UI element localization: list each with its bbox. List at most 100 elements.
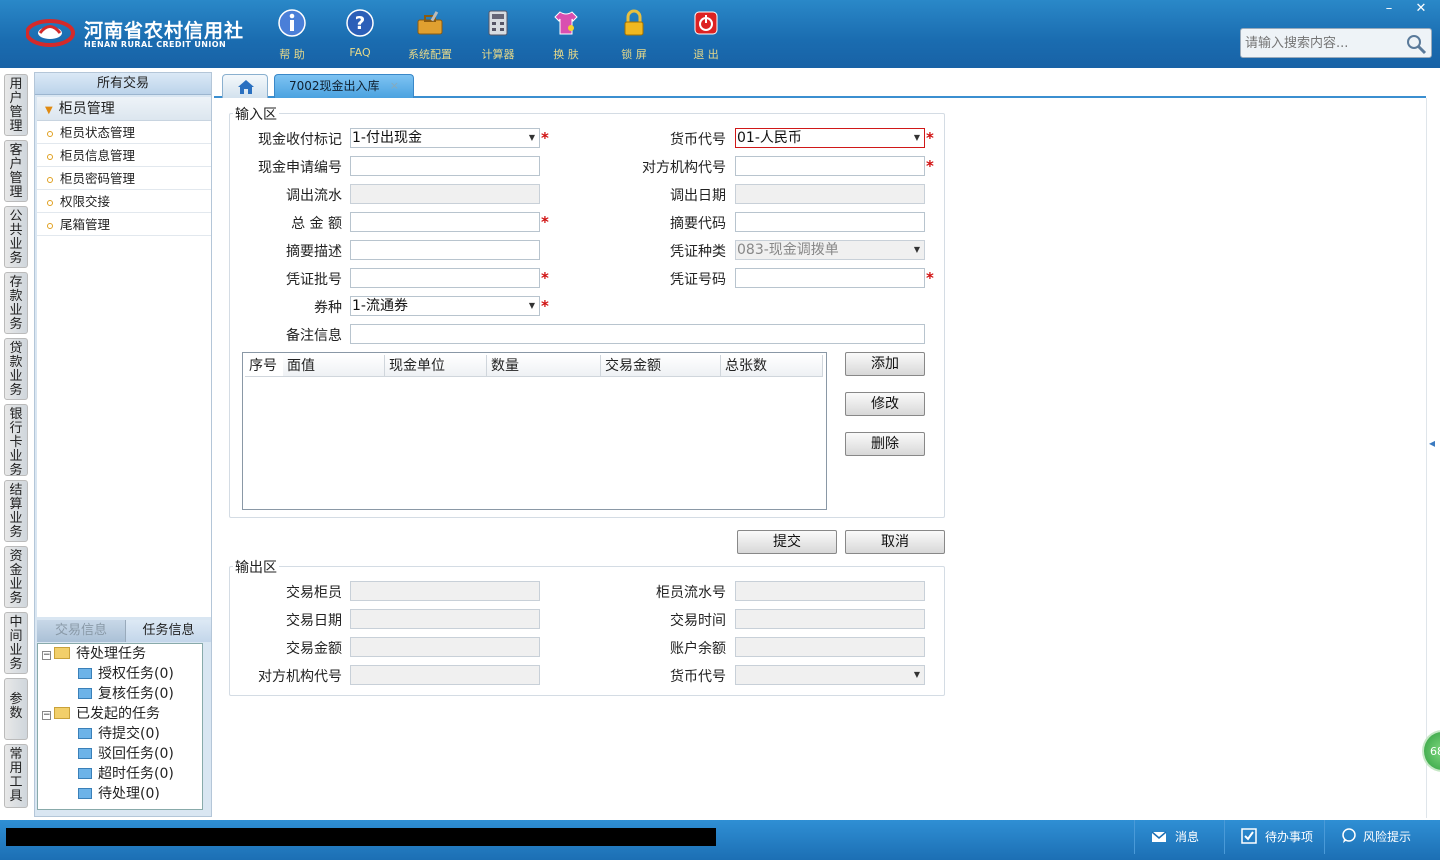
tree-node-pending[interactable]: − 待处理任务	[42, 644, 146, 664]
search-box	[1240, 28, 1432, 58]
vtab-fund-business[interactable]: 资金业务	[4, 546, 28, 608]
voucher-batch-input[interactable]	[350, 268, 540, 288]
help-button[interactable]: 帮 助	[262, 8, 322, 62]
tree-node-timeout[interactable]: 超时任务(0)	[78, 764, 174, 784]
exit-label: 退 出	[693, 48, 719, 61]
dropdown-arrow-icon: ▼	[528, 301, 536, 310]
search-input[interactable]	[1241, 29, 1401, 57]
tree-node-to-process[interactable]: 待处理(0)	[78, 784, 160, 804]
tab-task-info[interactable]: 任务信息	[125, 620, 211, 642]
note-type-label: 券种	[314, 300, 342, 316]
voucher-batch-label: 凭证批号	[286, 272, 342, 288]
messages-button[interactable]: 消息	[1134, 820, 1224, 854]
note-type-select[interactable]: 1-流通券 ▼	[350, 296, 540, 316]
summary-code-input[interactable]	[735, 212, 925, 232]
tab-home[interactable]	[222, 74, 268, 98]
cancel-button[interactable]: 取消	[845, 530, 945, 554]
voucher-type-select[interactable]: 083-现金调拨单 ▼	[735, 240, 925, 260]
tree-node-auth-tasks[interactable]: 授权任务(0)	[78, 664, 174, 684]
skin-button[interactable]: 换 肤	[536, 8, 596, 62]
home-icon	[238, 80, 254, 94]
vtab-settlement-business[interactable]: 结算业务	[4, 480, 28, 542]
vtab-card-business[interactable]: 银行卡业务	[4, 404, 28, 478]
voucher-no-input[interactable]	[735, 268, 925, 288]
grid-header-denomination[interactable]: 面值	[283, 355, 385, 377]
menu-item-teller-status[interactable]: 柜员状态管理	[37, 121, 211, 144]
edit-button[interactable]: 修改	[845, 392, 925, 416]
close-window-button[interactable]: ✕	[1406, 0, 1436, 18]
out-balance-label: 账户余额	[670, 641, 726, 657]
remark-input[interactable]	[350, 324, 925, 344]
power-icon	[694, 11, 718, 35]
summary-code-label: 摘要代码	[670, 216, 726, 232]
grid-header-amount[interactable]: 交易金额	[601, 355, 721, 377]
risk-button[interactable]: 风险提示	[1324, 820, 1440, 854]
vtab-common-tools[interactable]: 常用工具	[4, 744, 28, 808]
tree-node-to-submit[interactable]: 待提交(0)	[78, 724, 160, 744]
out-trade-amount-label: 交易金额	[286, 641, 342, 657]
search-icon[interactable]	[1405, 33, 1427, 55]
folder-icon	[78, 788, 92, 799]
vtab-deposit-business[interactable]: 存款业务	[4, 272, 28, 334]
cash-detail-grid[interactable]: 序号 面值 现金单位 数量 交易金额 总张数	[242, 352, 827, 510]
out-teller-serial-label: 柜员流水号	[656, 585, 726, 601]
checkbox-icon	[1241, 828, 1257, 844]
menu-item-label: 柜员密码管理	[60, 171, 136, 186]
collapse-icon[interactable]: −	[42, 711, 51, 720]
menu-item-permission-handover[interactable]: 权限交接	[37, 190, 211, 213]
exit-button[interactable]: 退 出	[676, 8, 736, 62]
faq-button[interactable]: ? FAQ	[330, 8, 390, 62]
tab-cash-inout[interactable]: 7002现金出入库 ×	[274, 74, 414, 98]
out-serial-input	[350, 184, 540, 204]
caret-down-icon: ▼	[45, 105, 53, 116]
grid-header-total-sheets[interactable]: 总张数	[721, 355, 823, 377]
top-header: 河南省农村信用社 HENAN RURAL CREDIT UNION 帮 助 ? …	[0, 0, 1440, 68]
lock-button[interactable]: 锁 屏	[604, 8, 664, 62]
minimize-button[interactable]: –	[1374, 0, 1404, 18]
tree-label: 待处理任务	[76, 646, 146, 662]
todo-button[interactable]: 待办事项	[1224, 820, 1324, 854]
grid-header-cash-unit[interactable]: 现金单位	[385, 355, 487, 377]
currency-label: 货币代号	[670, 132, 726, 148]
currency-select[interactable]: 01-人民币 ▼	[735, 128, 925, 148]
add-button[interactable]: 添加	[845, 352, 925, 376]
tree-node-rejected[interactable]: 驳回任务(0)	[78, 744, 174, 764]
dropdown-arrow-icon: ▼	[913, 670, 921, 679]
notification-bubble[interactable]: 68	[1422, 730, 1440, 772]
tab-transaction-info[interactable]: 交易信息	[37, 620, 125, 642]
status-message-area	[6, 828, 716, 846]
tree-node-initiated[interactable]: − 已发起的任务	[42, 704, 160, 724]
calculator-button[interactable]: 计算器	[468, 8, 528, 62]
tab-close-icon[interactable]: ×	[390, 75, 399, 97]
total-amount-input[interactable]	[350, 212, 540, 232]
apply-no-input[interactable]	[350, 156, 540, 176]
vtab-loan-business[interactable]: 贷款业务	[4, 338, 28, 400]
cash-flag-value: 1-付出现金	[352, 130, 422, 146]
tree-node-review-tasks[interactable]: 复核任务(0)	[78, 684, 174, 704]
vtab-intermediary-business[interactable]: 中间业务	[4, 612, 28, 674]
settings-button[interactable]: 系统配置	[400, 8, 460, 62]
folder-icon	[54, 647, 70, 659]
vtab-parameters[interactable]: 参数	[4, 678, 28, 740]
bullet-icon	[47, 130, 53, 137]
submit-button[interactable]: 提交	[737, 530, 837, 554]
counter-org-input[interactable]	[735, 156, 925, 176]
mail-icon	[1151, 831, 1167, 842]
vtab-user-mgmt[interactable]: 用户管理	[4, 74, 28, 136]
vtab-customer-mgmt[interactable]: 客户管理	[4, 140, 28, 202]
bullet-icon	[47, 199, 53, 206]
menu-item-cash-box[interactable]: 尾箱管理	[37, 213, 211, 236]
grid-header-quantity[interactable]: 数量	[487, 355, 601, 377]
tree-label: 超时任务(0)	[98, 766, 174, 782]
cash-flag-select[interactable]: 1-付出现金 ▼	[350, 128, 540, 148]
counter-org-label: 对方机构代号	[642, 160, 726, 176]
summary-desc-input[interactable]	[350, 240, 540, 260]
collapse-icon[interactable]: −	[42, 651, 51, 660]
delete-button[interactable]: 删除	[845, 432, 925, 456]
menu-group-teller-mgmt[interactable]: ▼ 柜员管理	[37, 97, 211, 121]
collapse-arrow-icon[interactable]: ◂	[1429, 436, 1435, 450]
menu-item-teller-password[interactable]: 柜员密码管理	[37, 167, 211, 190]
folder-icon	[78, 668, 92, 679]
vtab-public-business[interactable]: 公共业务	[4, 206, 28, 268]
menu-item-teller-info[interactable]: 柜员信息管理	[37, 144, 211, 167]
